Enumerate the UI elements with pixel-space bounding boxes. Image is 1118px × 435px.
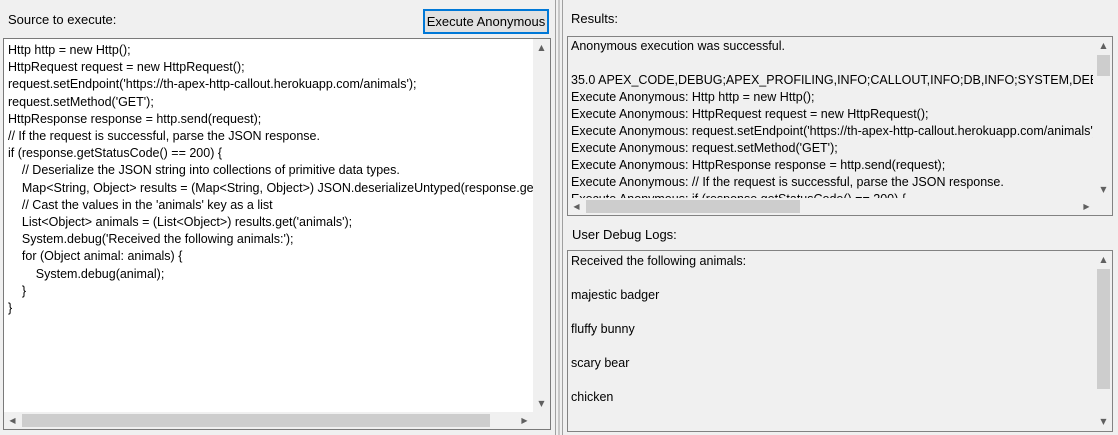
debug-log-line — [571, 338, 1093, 355]
code-line: request.setEndpoint('https://th-apex-htt… — [8, 77, 417, 92]
debug-log-line: fluffy bunny — [571, 322, 635, 336]
logs-vertical-scrollbar[interactable]: ▲ ▼ — [1095, 251, 1112, 431]
results-line: Execute Anonymous: request.setMethod('GE… — [571, 141, 838, 155]
code-line: Http http = new Http(); — [8, 43, 131, 57]
scroll-down-arrow-icon[interactable]: ▼ — [1095, 413, 1112, 430]
results-line: Execute Anonymous: request.setEndpoint('… — [571, 124, 1093, 138]
scroll-down-arrow-icon[interactable]: ▼ — [1095, 181, 1112, 198]
editor-hscroll-thumb[interactable] — [22, 414, 490, 427]
editor-horizontal-scrollbar[interactable]: ◀ ▶ — [4, 412, 533, 429]
user-debug-logs-label: User Debug Logs: — [572, 227, 677, 242]
code-line: Map<String, Object> results = (Map<Strin… — [8, 180, 533, 195]
code-line: } — [8, 283, 27, 298]
results-hscroll-thumb[interactable] — [586, 200, 800, 213]
scroll-up-arrow-icon[interactable]: ▲ — [1095, 251, 1112, 268]
results-box[interactable]: Anonymous execution was successful. 35.0… — [567, 36, 1113, 216]
results-line: Execute Anonymous: HttpRequest request =… — [571, 107, 929, 121]
source-pane: Source to execute: Execute Anonymous Htt… — [0, 0, 555, 435]
results-vscroll-thumb[interactable] — [1097, 55, 1110, 76]
debug-logs-text[interactable]: Received the following animals: majestic… — [571, 253, 1093, 429]
debug-logs-box[interactable]: Received the following animals: majestic… — [567, 250, 1113, 432]
code-line: List<Object> animals = (List<Object>) re… — [8, 215, 353, 230]
code-line: for (Object animal: animals) { — [8, 249, 183, 264]
scroll-up-arrow-icon[interactable]: ▲ — [533, 39, 550, 56]
execute-anonymous-button[interactable]: Execute Anonymous — [423, 9, 549, 34]
scroll-up-arrow-icon[interactable]: ▲ — [1095, 37, 1112, 54]
results-label: Results: — [571, 11, 618, 26]
code-line: HttpRequest request = new HttpRequest(); — [8, 60, 245, 75]
code-line: if (response.getStatusCode() == 200) { — [8, 146, 223, 161]
debug-log-line: chicken — [571, 390, 614, 404]
code-line: HttpResponse response = http.send(reques… — [8, 111, 262, 126]
results-line: Execute Anonymous: if (response.getStatu… — [571, 191, 1093, 198]
debug-log-line: Received the following animals: — [571, 254, 747, 268]
scroll-right-arrow-icon[interactable]: ▶ — [516, 412, 533, 429]
results-line: Execute Anonymous: // If the request is … — [571, 175, 1004, 189]
code-text[interactable]: Http http = new Http(); HttpRequest reque… — [8, 42, 533, 412]
results-line: Execute Anonymous: Http http = new Http(… — [571, 90, 815, 104]
editor-vertical-scrollbar[interactable]: ▲ ▼ — [533, 39, 550, 412]
results-line — [571, 55, 1093, 72]
debug-log-line — [571, 270, 1093, 287]
debug-log-line — [571, 372, 1093, 389]
results-line: Execute Anonymous: HttpResponse response… — [571, 158, 946, 172]
results-line: 35.0 APEX_CODE,DEBUG;APEX_PROFILING,INFO… — [571, 73, 1093, 87]
code-line: // Cast the values in the 'animals' key … — [8, 197, 273, 212]
results-text[interactable]: Anonymous execution was successful. 35.0… — [571, 38, 1093, 198]
results-vertical-scrollbar[interactable]: ▲ ▼ — [1095, 37, 1112, 198]
pane-splitter-grip[interactable] — [558, 0, 560, 435]
scroll-left-arrow-icon[interactable]: ◀ — [4, 412, 21, 429]
logs-vscroll-thumb[interactable] — [1097, 269, 1110, 389]
scroll-down-arrow-icon[interactable]: ▼ — [533, 395, 550, 412]
code-line: request.setMethod('GET'); — [8, 94, 154, 109]
debug-log-line: scary bear — [571, 356, 630, 370]
results-horizontal-scrollbar[interactable]: ◀ ▶ — [568, 198, 1095, 215]
code-line: // Deserialize the JSON string into coll… — [8, 163, 400, 178]
source-label: Source to execute: — [8, 12, 117, 27]
scroll-right-arrow-icon[interactable]: ▶ — [1078, 198, 1095, 215]
code-line: System.debug('Received the following ani… — [8, 232, 294, 247]
scrollbar-corner — [533, 412, 550, 429]
results-line: Anonymous execution was successful. — [571, 39, 785, 53]
code-line: } — [8, 301, 13, 316]
source-editor[interactable]: Http http = new Http(); HttpRequest reque… — [3, 38, 551, 430]
code-line: // If the request is successful, parse t… — [8, 129, 320, 144]
debug-log-line: majestic badger — [571, 288, 660, 302]
output-pane: Results: Anonymous execution was success… — [564, 0, 1118, 435]
scroll-left-arrow-icon[interactable]: ◀ — [568, 198, 585, 215]
code-line: System.debug(animal); — [8, 266, 165, 281]
debug-log-line — [571, 304, 1093, 321]
